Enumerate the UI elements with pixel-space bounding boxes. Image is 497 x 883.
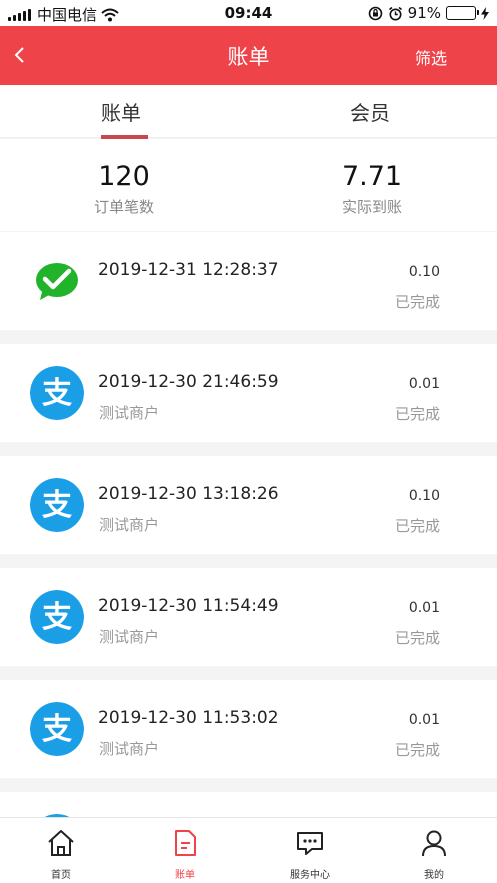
transaction-status: 已完成 <box>394 405 440 423</box>
user-icon <box>422 830 446 857</box>
bottom-tab-home[interactable]: 首页 <box>21 818 101 883</box>
transaction-amount: 0.10 <box>408 488 440 504</box>
transaction-row[interactable]: 支 2019-12-30 11:54:49 测试商户 0.01 已完成 <box>0 568 497 666</box>
merchant-name: 测试商户 <box>99 516 160 534</box>
alipay-icon: 支 <box>30 590 84 644</box>
summary-panel: 120 订单笔数 7.71 实际到账 <box>0 139 497 231</box>
transaction-row[interactable]: 支 2019-12-30 21:46:59 测试商户 0.01 已完成 <box>0 344 497 442</box>
order-count-stat: 120 订单笔数 <box>78 161 170 217</box>
transaction-time: 2019-12-30 21:46:59 <box>98 372 279 392</box>
home-icon <box>48 830 74 856</box>
transaction-status: 已完成 <box>394 741 440 759</box>
bottom-tab-label: 我的 <box>424 870 444 881</box>
merchant-name: 测试商户 <box>99 628 160 646</box>
nav-bar: 账单 筛选 <box>0 26 497 85</box>
transaction-amount: 0.10 <box>408 264 440 280</box>
merchant-name: 测试商户 <box>99 404 160 422</box>
bottom-tab-bar: 首页 账单 服务中心 我的 <box>0 817 497 883</box>
svg-text:支: 支 <box>42 488 72 523</box>
tab-bar: 账单 会员 <box>0 85 497 138</box>
settled-amount-value: 7.71 <box>341 161 403 192</box>
bottom-tab-service[interactable]: 服务中心 <box>270 818 350 883</box>
transaction-time: 2019-12-30 11:53:02 <box>98 708 279 728</box>
tab-bills[interactable]: 账单 <box>101 97 141 126</box>
transaction-amount: 0.01 <box>408 712 440 728</box>
transaction-status: 已完成 <box>394 517 440 535</box>
transaction-amount: 0.01 <box>408 376 440 392</box>
transaction-status: 已完成 <box>394 629 440 647</box>
merchant-name: 测试商户 <box>99 740 160 758</box>
tab-members[interactable]: 会员 <box>350 97 390 126</box>
battery-percent: 91% <box>407 4 441 22</box>
wechat-icon <box>36 263 78 300</box>
orientation-lock-icon <box>368 6 382 20</box>
svg-text:支: 支 <box>42 376 72 411</box>
transaction-time: 2019-12-30 13:18:26 <box>98 484 279 504</box>
bottom-tab-label: 账单 <box>175 870 195 881</box>
alipay-icon: 支 <box>30 366 84 420</box>
bottom-tab-label: 首页 <box>51 870 71 881</box>
alipay-icon: 支 <box>30 702 84 756</box>
settled-amount-label: 实际到账 <box>341 198 402 216</box>
bill-icon <box>175 830 196 856</box>
status-bar: 中国电信 09:44 91% <box>0 0 497 26</box>
transaction-time: 2019-12-31 12:28:37 <box>98 260 279 280</box>
transaction-status: 已完成 <box>394 293 440 311</box>
alipay-icon: 支 <box>30 478 84 532</box>
transaction-time: 2019-12-30 11:54:49 <box>98 596 279 616</box>
transaction-amount: 0.01 <box>408 600 440 616</box>
alarm-icon <box>388 6 402 20</box>
battery-icon <box>446 6 479 20</box>
bottom-tab-label: 服务中心 <box>290 870 330 881</box>
order-count-value: 120 <box>98 161 150 192</box>
svg-text:支: 支 <box>42 600 72 635</box>
transaction-row[interactable]: 2019-12-31 12:28:37 0.10 已完成 <box>0 232 497 330</box>
service-chat-icon <box>297 832 323 855</box>
charging-bolt-icon <box>481 6 489 20</box>
filter-button[interactable]: 筛选 <box>415 45 447 69</box>
order-count-label: 订单笔数 <box>93 198 154 216</box>
svg-text:支: 支 <box>42 712 72 747</box>
bottom-tab-bills[interactable]: 账单 <box>145 818 225 883</box>
settled-amount-stat: 7.71 实际到账 <box>326 161 418 217</box>
transaction-row[interactable]: 支 2019-12-30 11:53:02 测试商户 0.01 已完成 <box>0 680 497 778</box>
bottom-tab-mine[interactable]: 我的 <box>394 818 474 883</box>
transaction-row[interactable]: 支 2019-12-30 13:18:26 测试商户 0.10 已完成 <box>0 456 497 554</box>
